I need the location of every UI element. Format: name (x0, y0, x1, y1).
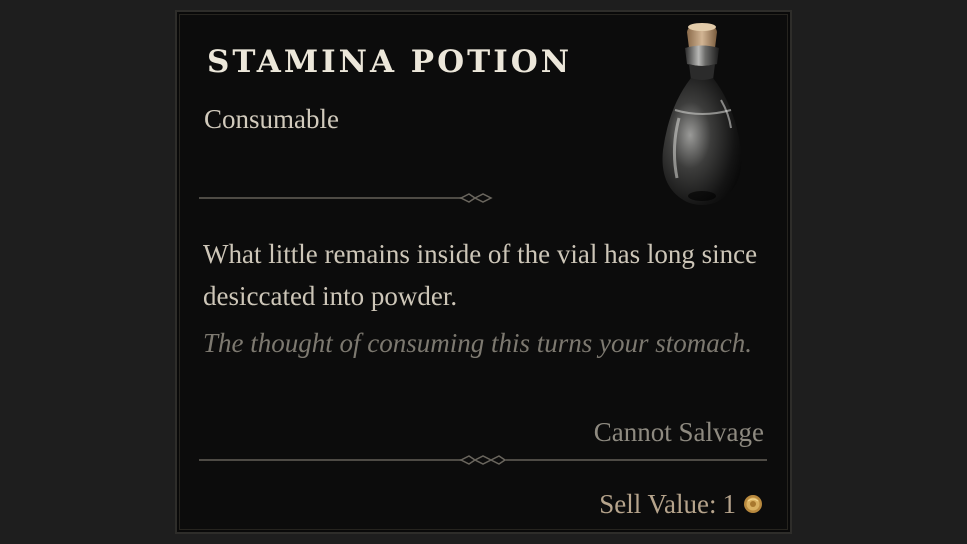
sell-value-label: Sell Value: (599, 489, 717, 519)
section-divider (199, 193, 493, 203)
gold-coin-icon (744, 495, 762, 513)
item-type: Consumable (204, 104, 339, 134)
item-name: STAMINA POTION (207, 44, 573, 80)
salvage-status: Cannot Salvage (593, 417, 764, 447)
section-divider (199, 455, 767, 465)
sell-value: Sell Value: 1 (599, 485, 764, 523)
item-flavor-text: The thought of consuming this turns your… (203, 328, 753, 358)
potion-vial-icon (662, 23, 742, 205)
sell-value-amount: 1 (722, 489, 737, 519)
item-tooltip: STAMINA POTION Consumable What little re… (175, 10, 792, 534)
item-description: What little remains inside of the vial h… (203, 239, 758, 311)
